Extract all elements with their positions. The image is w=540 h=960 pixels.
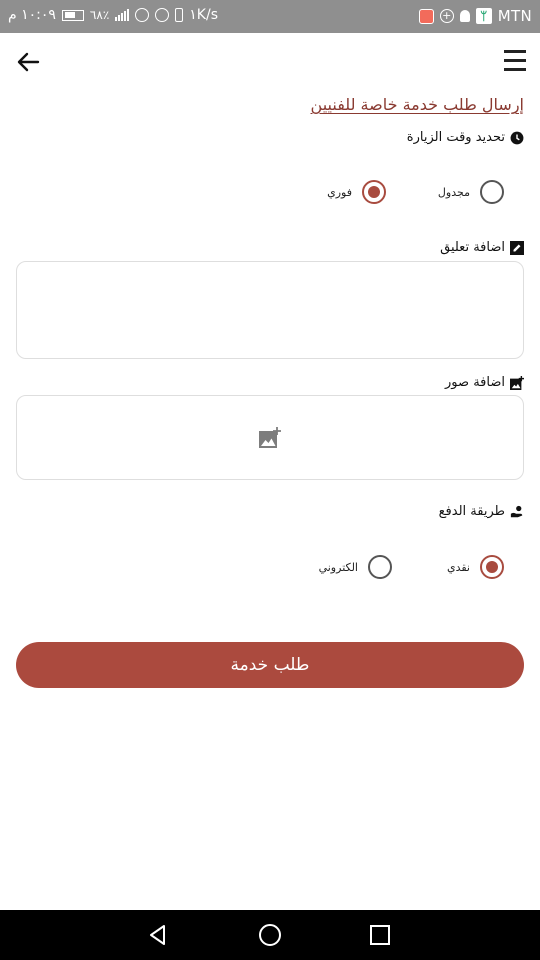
menu-icon-bar-middle [504, 59, 526, 62]
clock-time: ١٠:٠٩ م [8, 7, 56, 23]
add-photo-icon [259, 426, 281, 448]
network-speed: ١K/s [189, 7, 218, 23]
alarm-icon [155, 8, 170, 22]
images-label: اضافة صور [445, 375, 524, 390]
radio-electronic[interactable]: الكتروني [319, 555, 392, 579]
status-bar-right-group: + ᛘ MTN [418, 7, 532, 25]
menu-icon-bar-top [504, 50, 526, 53]
add-photo-icon [510, 375, 524, 390]
request-service-button[interactable]: طلب خدمة [16, 642, 524, 688]
bell-icon [459, 10, 470, 22]
comment-label-text: اضافة تعليق [440, 240, 505, 255]
wifi-icon [135, 8, 150, 22]
comment-label: اضافة تعليق [440, 240, 524, 255]
visit-time-label: تحديد وقت الزيارة [407, 130, 524, 145]
payment-label: طريقة الدفع [439, 504, 524, 519]
app-notification-icon [418, 8, 434, 24]
bluetooth-icon [175, 8, 184, 22]
page-title: إرسال طلب خدمة خاصة للفنيين [310, 95, 524, 114]
battery-level: ٦٨٪ [89, 8, 110, 22]
comment-textarea[interactable] [16, 261, 524, 359]
radio-electronic-label: الكتروني [318, 560, 358, 574]
edit-icon [510, 240, 524, 255]
carrier-name: MTN [497, 7, 532, 25]
signal-icon [115, 9, 130, 21]
radio-button-scheduled[interactable] [480, 180, 504, 204]
payment-hand-icon [510, 505, 523, 517]
radio-instant-label: فوري [327, 185, 352, 199]
radio-button-electronic[interactable] [368, 555, 392, 579]
battery-icon [61, 9, 84, 21]
menu-button[interactable] [504, 48, 526, 74]
menu-icon-bar-bottom [504, 68, 526, 71]
radio-cash-label: نقدي [446, 560, 470, 574]
status-bar-left-group: ١٠:٠٩ م ٦٨٪ ١K/s [8, 7, 218, 23]
status-bar: ١٠:٠٩ م ٦٨٪ ١K/s + ᛘ MTN [0, 0, 540, 33]
plus-circle-icon: + [439, 9, 454, 23]
app-bar [0, 33, 540, 91]
image-upload-box[interactable] [16, 395, 524, 480]
radio-button-instant[interactable] [362, 180, 386, 204]
running-icon: ᛘ [475, 8, 492, 24]
visit-time-text: تحديد وقت الزيارة [406, 130, 505, 145]
radio-button-cash[interactable] [480, 555, 504, 579]
radio-scheduled-label: مجدول [437, 185, 470, 199]
nav-home-icon[interactable] [258, 923, 282, 947]
arrow-left-icon [17, 52, 40, 72]
radio-instant[interactable]: فوري [327, 180, 386, 204]
images-label-text: اضافة صور [445, 375, 505, 390]
nav-back-icon[interactable] [146, 923, 170, 947]
radio-cash[interactable]: نقدي [447, 555, 504, 579]
back-button[interactable] [14, 49, 42, 75]
payment-label-text: طريقة الدفع [438, 504, 505, 519]
system-nav-bar [0, 910, 540, 960]
radio-scheduled[interactable]: مجدول [438, 180, 504, 204]
nav-recents-icon[interactable] [368, 923, 392, 947]
clock-icon [510, 131, 524, 144]
